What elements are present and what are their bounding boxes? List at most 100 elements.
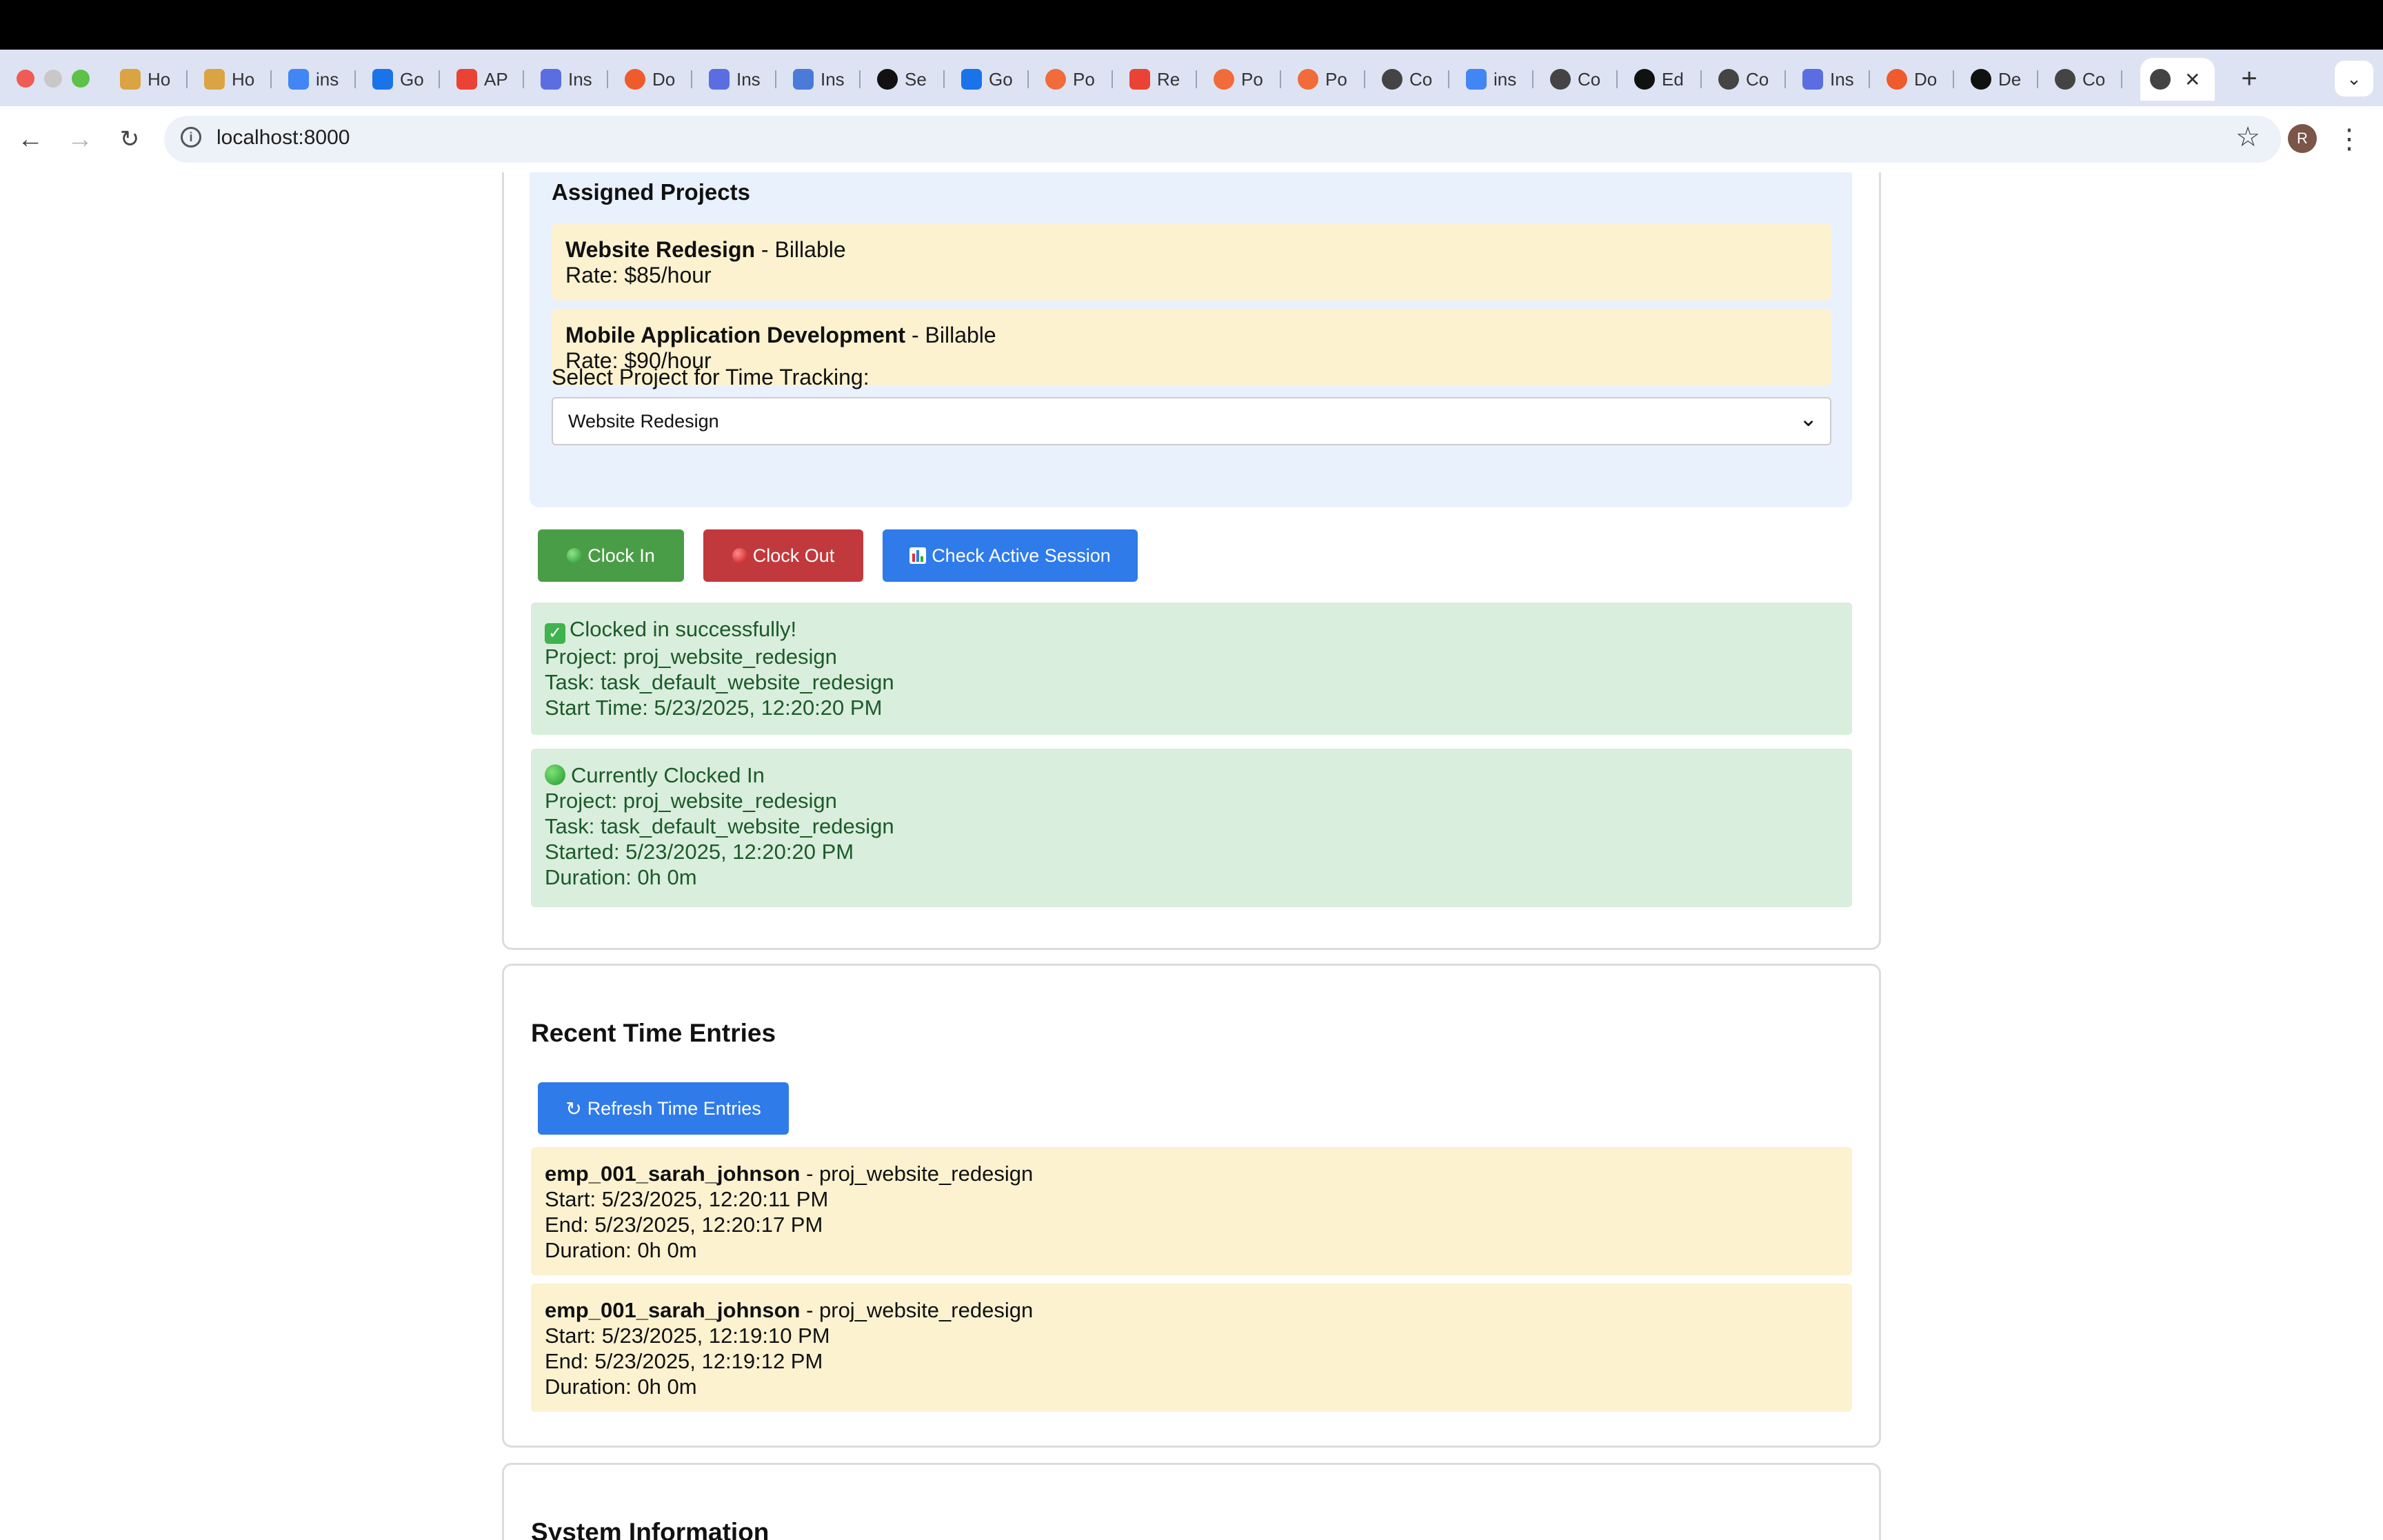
new-tab-button[interactable]: + (2229, 58, 2270, 99)
chart-icon (909, 547, 927, 564)
orange-circle-icon (1887, 69, 1907, 90)
project-item: Website Redesign - Billable Rate: $85/ho… (552, 223, 1831, 301)
session-started: Started: 5/23/2025, 12:20:20 PM (545, 840, 854, 864)
tab-separator (1112, 70, 1113, 88)
globe-icon (2055, 69, 2075, 90)
tab-active[interactable]: ✕ (2140, 58, 2215, 101)
tab-label: Do (1914, 68, 1938, 90)
tab-label: Ins (736, 68, 761, 90)
tab-label: De (1998, 68, 2022, 90)
tab-search-button[interactable]: ⌄ (2335, 61, 2373, 97)
browser-tab[interactable]: ins (279, 58, 356, 101)
session-task: Task: task_default_website_redesign (545, 814, 894, 838)
tab-label: Ho (148, 68, 171, 90)
assigned-projects-panel: Assigned Projects Website Redesign - Bil… (530, 172, 1852, 507)
site-info-icon[interactable]: i (181, 127, 201, 148)
tab-label: Co (1746, 68, 1769, 90)
forward-button[interactable]: → (62, 121, 98, 157)
browser-tab[interactable]: Ins (783, 58, 861, 101)
address-bar[interactable]: i localhost:8000 ☆ (164, 116, 2281, 163)
github-icon (1971, 69, 1991, 90)
postman-icon (1045, 69, 1066, 90)
browser-tab[interactable]: Ins (1793, 58, 1870, 101)
tab-separator (607, 70, 608, 88)
red-circle-icon (732, 548, 747, 563)
project-rate: Rate: $85/hour (565, 263, 712, 287)
tab-separator (1700, 70, 1702, 88)
tab-label: Ins (568, 68, 592, 90)
waveform-icon (541, 69, 561, 90)
tab-separator (859, 70, 861, 88)
chevron-down-icon: ⌄ (1799, 406, 1818, 431)
browser-menu-icon[interactable]: ⋮ (2335, 121, 2363, 157)
tab-separator (2037, 70, 2038, 88)
tab-close-icon[interactable]: ✕ (2184, 68, 2200, 91)
window-close-button[interactable] (17, 70, 34, 88)
window-maximize-button[interactable] (72, 70, 90, 88)
browser-tab[interactable]: Po (1036, 58, 1113, 101)
browser-tab[interactable]: Re (1120, 58, 1197, 101)
project-select[interactable]: Website Redesign ⌄ (552, 397, 1831, 445)
address-url[interactable]: localhost:8000 (217, 126, 350, 150)
bookmark-star-icon[interactable]: ☆ (2235, 121, 2260, 153)
back-button[interactable]: ← (12, 121, 48, 157)
reload-button[interactable]: ↻ (112, 121, 148, 157)
browser-tab[interactable]: AP (447, 58, 524, 101)
browser-tab[interactable]: Co (1540, 58, 1618, 101)
tab-separator (1196, 70, 1197, 88)
browser-tab[interactable]: Co (2045, 58, 2122, 101)
google-icon (1466, 69, 1487, 90)
browser-tab[interactable]: Ho (194, 58, 272, 101)
time-entry: emp_001_sarah_johnson - proj_website_red… (531, 1284, 1852, 1412)
browser-tab[interactable]: Co (1372, 58, 1449, 101)
tab-label: Go (400, 68, 424, 90)
page-viewport: Assigned Projects Website Redesign - Bil… (0, 172, 2383, 1540)
browser-tab[interactable]: Se (867, 58, 945, 101)
tab-label: Co (1578, 68, 1601, 90)
gmail-icon (456, 69, 477, 90)
browser-tab[interactable]: Po (1288, 58, 1365, 101)
browser-tab[interactable]: Do (1877, 58, 1954, 101)
tab-label: Go (989, 68, 1013, 90)
tab-separator (270, 70, 272, 88)
globe-icon (1550, 69, 1571, 90)
tab-separator (1532, 70, 1534, 88)
project-select-label: Select Project for Time Tracking: (552, 365, 869, 389)
browser-tab[interactable]: Do (615, 58, 692, 101)
session-duration: Duration: 0h 0m (545, 865, 697, 889)
window-minimize-button[interactable] (44, 70, 62, 88)
browser-tab[interactable]: De (1961, 58, 2038, 101)
postman-icon (1298, 69, 1318, 90)
tab-separator (1364, 70, 1365, 88)
orange-circle-icon (625, 69, 645, 90)
tab-label: Re (1157, 68, 1180, 90)
browser-tab[interactable]: Go (363, 58, 440, 101)
browser-tab[interactable]: Ins (699, 58, 776, 101)
tab-label: ins (1494, 68, 1517, 90)
project-name: Mobile Application Development (565, 323, 906, 347)
clock-in-button[interactable]: Clock In (538, 529, 684, 582)
refresh-icon: ↻ (565, 1097, 582, 1119)
browser-tab[interactable]: ins (1456, 58, 1534, 101)
tab-label: Co (1409, 68, 1433, 90)
project-select-value: Website Redesign (568, 411, 719, 432)
project-type: - Billable (905, 323, 996, 347)
browser-tab[interactable]: Co (1709, 58, 1786, 101)
refresh-time-entries-button[interactable]: ↻ Refresh Time Entries (538, 1082, 789, 1135)
tab-separator (2121, 70, 2122, 88)
tab-separator (691, 70, 692, 88)
calendar-icon (961, 69, 982, 90)
tab-separator (775, 70, 776, 88)
browser-tab[interactable]: Ho (110, 58, 188, 101)
green-circle-icon (567, 548, 583, 563)
profile-avatar[interactable]: R (2288, 124, 2317, 153)
tab-separator (1953, 70, 1954, 88)
browser-tab[interactable]: Go (952, 58, 1029, 101)
check-active-session-button[interactable]: Check Active Session (883, 529, 1138, 582)
recent-entries-heading: Recent Time Entries (531, 1019, 776, 1047)
clock-out-button[interactable]: Clock Out (703, 529, 863, 582)
browser-tab[interactable]: Ins (531, 58, 608, 101)
forward-arrow-icon: → (67, 124, 93, 154)
browser-tab[interactable]: Po (1204, 58, 1281, 101)
browser-tab[interactable]: Ed (1625, 58, 1702, 101)
